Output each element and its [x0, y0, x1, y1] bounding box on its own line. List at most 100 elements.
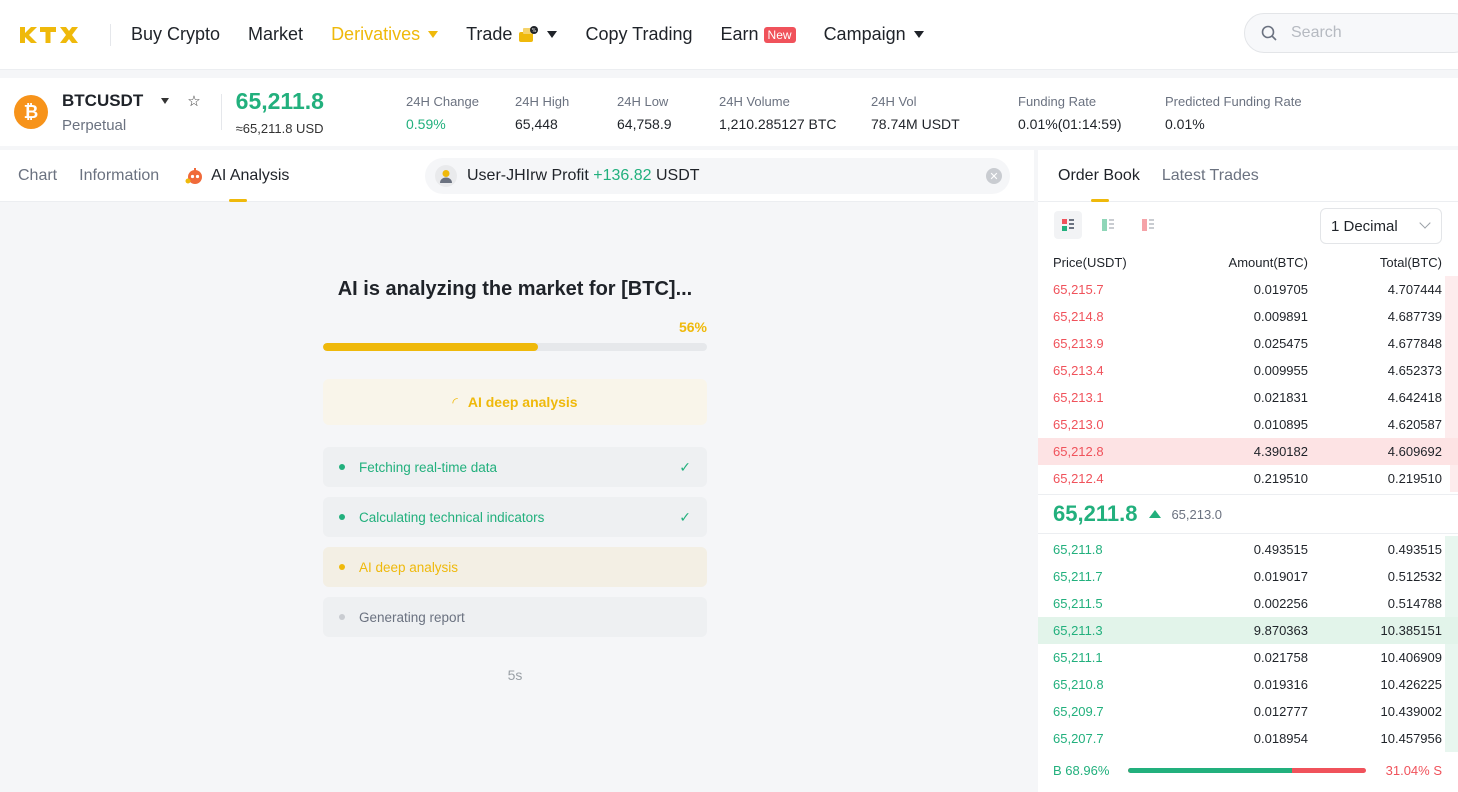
- bid-row[interactable]: 65,210.8 0.019316 10.426225: [1038, 671, 1458, 698]
- tab-information[interactable]: Information: [79, 150, 159, 202]
- tab-ai-analysis[interactable]: AI Analysis: [185, 150, 289, 202]
- ask-row[interactable]: 65,213.9 0.025475 4.677848: [1038, 330, 1458, 357]
- buy-sell-ratio: B 68.96% 31.04% S: [1038, 752, 1458, 788]
- last-price-usd: ≈65,211.8 USD: [235, 121, 324, 136]
- nav-earn[interactable]: Earn New: [721, 24, 796, 45]
- favorite-star-icon[interactable]: ☆: [187, 92, 200, 110]
- row-amount: 0.009955: [1253, 363, 1308, 378]
- last-price: 65,211.8 ≈65,211.8 USD: [236, 88, 324, 136]
- row-total: 0.493515: [1387, 542, 1442, 557]
- tab-order-book[interactable]: Order Book: [1058, 150, 1140, 202]
- nav-derivatives[interactable]: Derivatives: [331, 24, 439, 45]
- view-asks-icon[interactable]: [1134, 211, 1162, 239]
- arrow-up-icon: [1149, 510, 1162, 518]
- ask-row[interactable]: 65,212.8 4.390182 4.609692: [1038, 438, 1458, 465]
- nav-market[interactable]: Market: [248, 24, 303, 45]
- bid-row[interactable]: 65,211.7 0.019017 0.512532: [1038, 563, 1458, 590]
- nav-campaign[interactable]: Campaign: [824, 24, 924, 45]
- order-book-panel: Order Book Latest Trades 1 Decimal Price…: [1038, 150, 1458, 792]
- row-total: 0.514788: [1387, 596, 1442, 611]
- row-amount: 0.019017: [1253, 569, 1308, 584]
- profit-label: Profit: [551, 167, 589, 184]
- stat-predicted-funding-rate: Predicted Funding Rate 0.01%: [1165, 94, 1302, 132]
- stat-label: 24H Vol: [871, 94, 917, 109]
- buy-ratio: B 68.96%: [1053, 762, 1110, 778]
- trade-promo-icon: %: [517, 25, 539, 45]
- row-total: 10.457956: [1380, 731, 1442, 746]
- row-price: 65,211.1: [1053, 650, 1103, 665]
- row-amount: 0.025475: [1253, 336, 1308, 351]
- stat-label: 24H Low: [617, 94, 669, 109]
- bid-row[interactable]: 65,207.7 0.018954 10.457956: [1038, 725, 1458, 752]
- ask-row[interactable]: 65,213.4 0.009955 4.652373: [1038, 357, 1458, 384]
- ask-row[interactable]: 65,213.0 0.010895 4.620587: [1038, 411, 1458, 438]
- nav-label: Buy Crypto: [131, 24, 221, 44]
- ratio-bar-buy: [1128, 768, 1293, 773]
- stat-24h-low: 24H Low 64,758.9: [617, 94, 672, 132]
- mid-price: 65,211.8: [1053, 501, 1138, 526]
- row-price: 65,210.8: [1053, 677, 1104, 692]
- ask-row[interactable]: 65,212.4 0.219510 0.219510: [1038, 465, 1458, 492]
- analysis-title: AI is analyzing the market for [BTC]...: [337, 278, 693, 300]
- ask-row[interactable]: 65,215.7 0.019705 4.707444: [1038, 276, 1458, 303]
- nav-buy-crypto[interactable]: Buy Crypto: [131, 24, 220, 45]
- step-label: Fetching real-time data: [359, 459, 498, 475]
- ktx-logo[interactable]: [18, 24, 82, 46]
- tab-latest-trades[interactable]: Latest Trades: [1162, 150, 1259, 202]
- bid-row[interactable]: 65,211.1 0.021758 10.406909: [1038, 644, 1458, 671]
- ticker-bar: ₿ BTCUSDT ☆ Perpetual 65,211.8 ≈65,211.8 …: [0, 78, 1458, 146]
- stat-24h-vol: 24H Vol 78.74M USDT: [871, 94, 960, 132]
- tab-label: AI Analysis: [211, 166, 290, 184]
- chevron-down-icon: [1419, 217, 1431, 229]
- depth-bar: [1449, 465, 1458, 492]
- decimal-select[interactable]: 1 Decimal: [1320, 208, 1442, 244]
- depth-bar: [1445, 536, 1458, 563]
- header-price: Price(USDT): [1053, 254, 1127, 270]
- nav-copy-trading[interactable]: Copy Trading: [585, 24, 692, 45]
- depth-bar: [1445, 671, 1458, 698]
- row-amount: 0.021758: [1253, 650, 1308, 665]
- bid-row[interactable]: 65,211.3 9.870363 10.385151: [1038, 617, 1458, 644]
- nav-label: Derivatives: [331, 24, 421, 44]
- stat-value: 65,448: [515, 116, 558, 132]
- nav-label: Earn: [720, 24, 759, 44]
- nav-trade[interactable]: Trade %: [466, 24, 558, 45]
- row-amount: 0.010895: [1253, 417, 1308, 432]
- row-total: 4.652373: [1387, 363, 1442, 378]
- row-total: 4.677848: [1387, 336, 1442, 351]
- close-icon[interactable]: ✕: [986, 168, 1002, 184]
- row-price: 65,214.8: [1053, 309, 1104, 324]
- stat-funding-rate[interactable]: Funding Rate 0.01%(01:14:59): [1018, 94, 1122, 132]
- step-dot-icon: [339, 464, 345, 470]
- bid-row[interactable]: 65,211.5 0.002256 0.514788: [1038, 590, 1458, 617]
- mark-price: 65,213.0: [1171, 506, 1223, 522]
- step-dot-icon: [339, 564, 345, 570]
- row-price: 65,213.9: [1053, 336, 1104, 351]
- nav-label: Campaign: [823, 24, 906, 44]
- search-input[interactable]: Search: [1244, 13, 1458, 53]
- caret-down-icon: [547, 31, 558, 38]
- ai-analysis-progress: AI is analyzing the market for [BTC]... …: [323, 278, 707, 683]
- row-total: 4.707444: [1387, 282, 1442, 297]
- depth-bar: [1445, 384, 1458, 411]
- row-total: 0.512532: [1387, 569, 1442, 584]
- caret-down-icon: [428, 31, 439, 38]
- nav-label: Market: [248, 24, 304, 44]
- step-dot-icon: [339, 514, 345, 520]
- bid-row[interactable]: 65,211.8 0.493515 0.493515: [1038, 536, 1458, 563]
- pair-selector[interactable]: BTCUSDT ☆ Perpetual: [62, 91, 201, 134]
- view-both-icon[interactable]: [1054, 211, 1082, 239]
- bid-row[interactable]: 65,209.7 0.012777 10.439002: [1038, 698, 1458, 725]
- ask-row[interactable]: 65,214.8 0.009891 4.687739: [1038, 303, 1458, 330]
- row-price: 65,212.4: [1053, 471, 1104, 486]
- spinner-icon: ◜: [452, 393, 458, 410]
- ask-row[interactable]: 65,213.1 0.021831 4.642418: [1038, 384, 1458, 411]
- step-technical-indicators: Calculating technical indicators ✓: [323, 497, 707, 537]
- view-bids-icon[interactable]: [1094, 211, 1122, 239]
- depth-bar: [1445, 590, 1458, 617]
- decimal-value: 1 Decimal: [1331, 217, 1398, 235]
- row-total: 4.642418: [1387, 390, 1442, 405]
- profit-notification: User-JHIrw Profit +136.82 USDT ✕: [425, 158, 1010, 194]
- pair-dropdown-icon[interactable]: [161, 97, 170, 104]
- tab-chart[interactable]: Chart: [18, 150, 57, 202]
